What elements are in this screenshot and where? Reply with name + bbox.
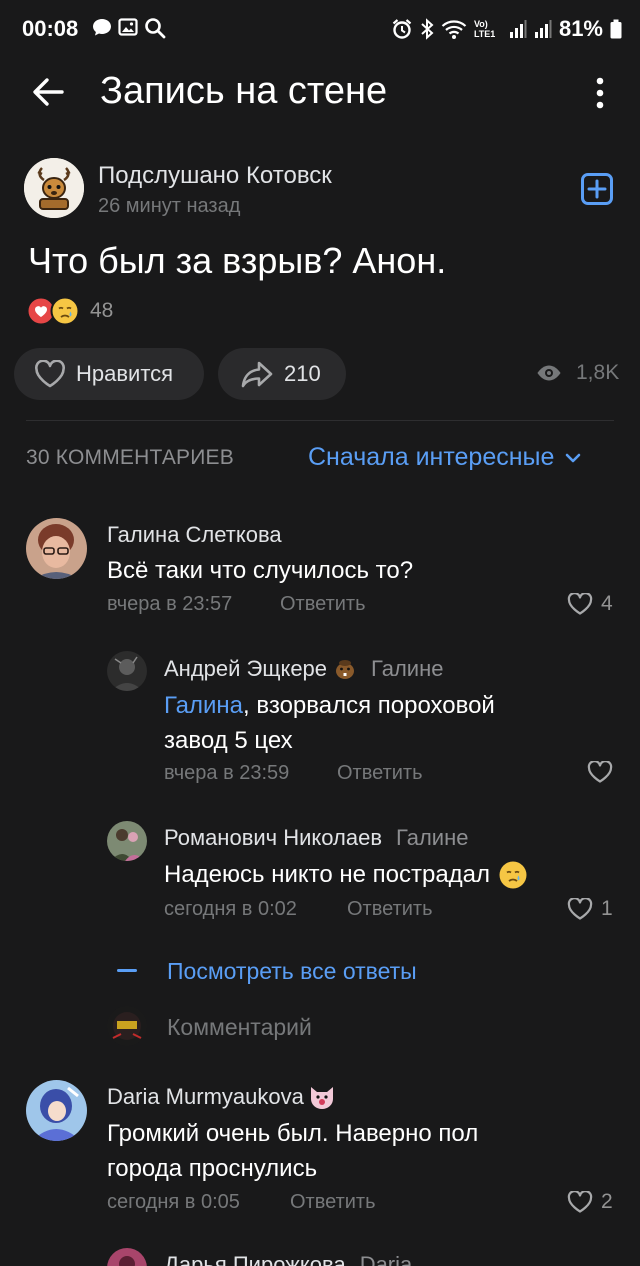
comment-text: Надеюсь никто не пострадал (164, 857, 528, 892)
reply-header: Романович Николаев Галине (164, 825, 468, 851)
comment-text: Галина, взорвался пороховой (164, 692, 495, 719)
eye-icon (537, 365, 561, 381)
views-count: 1,8K (576, 361, 620, 384)
reply-header: Дарья Пирожкова Daria (164, 1252, 412, 1266)
battery-icon (610, 19, 622, 39)
reply-button[interactable]: Ответить (337, 762, 423, 785)
comment-text-line2: завод 5 цех (164, 727, 293, 754)
comment-input[interactable]: Комментарий (167, 1014, 312, 1041)
comment-time: вчера в 23:57 (107, 593, 233, 615)
reply-to[interactable]: Daria (360, 1252, 413, 1266)
divider (26, 420, 614, 421)
comment-time: вчера в 23:59 (164, 762, 290, 784)
reply-button[interactable]: Ответить (347, 898, 433, 921)
like-label: Нравится (76, 361, 174, 386)
status-bar: 00:08 Vo) LTE1 81% (0, 0, 640, 56)
reply-to[interactable]: Галине (371, 656, 443, 682)
comment-header: Daria Murmyaukova (107, 1084, 336, 1110)
comment-author[interactable]: Daria Murmyaukova (107, 1084, 304, 1110)
comment-like-count: 2 (601, 1190, 613, 1213)
view-all-replies-link[interactable]: Посмотреть все ответы (167, 958, 417, 985)
heart-outline-icon (587, 761, 613, 783)
user-avatar (107, 1006, 147, 1046)
commenter-avatar[interactable] (107, 821, 147, 861)
page-title: Запись на стене (100, 70, 388, 112)
more-options-icon[interactable] (588, 76, 612, 110)
bluetooth-icon (421, 18, 434, 40)
chat-bubble-icon (93, 19, 111, 36)
crying-emoji-icon (499, 861, 527, 888)
subscribe-button[interactable] (581, 173, 613, 205)
commenter-avatar[interactable] (107, 651, 147, 691)
commenter-avatar[interactable] (107, 1248, 147, 1266)
collapse-dash (117, 969, 137, 972)
cat-emoji-icon (310, 1087, 333, 1109)
comment-author[interactable]: Дарья Пирожкова (164, 1252, 346, 1266)
comment-like-count: 1 (601, 897, 613, 920)
volte-indicator: Vo) LTE1 (473, 19, 496, 39)
alarm-icon (392, 19, 412, 39)
chevron-down-icon (566, 453, 581, 462)
sort-label: Сначала интересные (308, 443, 555, 471)
sort-comments-button[interactable]: Сначала интересные (308, 443, 582, 472)
reply-header: Андрей Эщкере Галине (164, 656, 443, 682)
share-button[interactable]: 210 (218, 348, 346, 400)
heart-outline-icon (35, 360, 65, 388)
beaver-emoji-icon (336, 660, 355, 679)
share-count: 210 (284, 361, 321, 386)
comment-author[interactable]: Романович Николаев (164, 825, 382, 851)
reply-to[interactable]: Галине (396, 825, 468, 851)
group-name[interactable]: Подслушано Котовск (98, 162, 332, 190)
plus-icon (587, 179, 607, 199)
comment-like-count: 4 (601, 592, 613, 615)
signal-1-icon (509, 20, 527, 38)
wifi-icon (441, 20, 467, 39)
comment-like-button[interactable]: 2 (567, 1190, 613, 1214)
heart-outline-icon (567, 593, 593, 615)
comment-author[interactable]: Галина Слеткова (107, 522, 282, 548)
post-time: 26 минут назад (98, 195, 241, 217)
comments-count: 30 КОММЕНТАРИЕВ (26, 446, 234, 469)
comment-time: сегодня в 0:02 (164, 898, 297, 920)
comment-author[interactable]: Андрей Эщкере (164, 656, 327, 682)
heart-outline-icon (567, 898, 593, 920)
comment-text: Громкий очень был. Наверно пол (107, 1120, 479, 1147)
mention-link[interactable]: Галина (164, 692, 243, 719)
reply-button[interactable]: Ответить (280, 593, 366, 616)
comment-like-button[interactable]: 1 (567, 897, 613, 921)
gallery-icon (118, 18, 138, 36)
notification-icons (92, 17, 166, 39)
reply-button[interactable]: Ответить (290, 1191, 376, 1214)
comment-text-line2: города проснулись (107, 1155, 318, 1182)
status-time: 00:08 (22, 16, 79, 41)
comment-text: Всё таки что случилось то? (107, 557, 414, 584)
battery-percent: 81% (558, 16, 603, 41)
crying-emoji-icon (50, 296, 80, 326)
heart-outline-icon (567, 1191, 593, 1213)
comment-like-button[interactable]: 4 (567, 592, 613, 616)
group-avatar[interactable] (24, 158, 84, 218)
back-arrow-icon[interactable] (28, 72, 68, 112)
comment-time: сегодня в 0:05 (107, 1191, 240, 1213)
post-text: Что был за взрыв? Анон. (28, 240, 447, 281)
signal-2-icon (534, 20, 552, 38)
views-counter: 1,8K (536, 361, 619, 385)
commenter-avatar[interactable] (26, 1080, 87, 1141)
search-icon (145, 18, 166, 39)
comment-like-button[interactable] (587, 761, 613, 783)
share-arrow-icon (241, 361, 273, 388)
like-button[interactable]: Нравится (14, 348, 204, 400)
reactions-count: 48 (90, 299, 114, 322)
commenter-avatar[interactable] (26, 518, 87, 579)
reactions-summary[interactable] (26, 296, 80, 326)
system-icons: Vo) LTE1 81% (391, 16, 622, 42)
